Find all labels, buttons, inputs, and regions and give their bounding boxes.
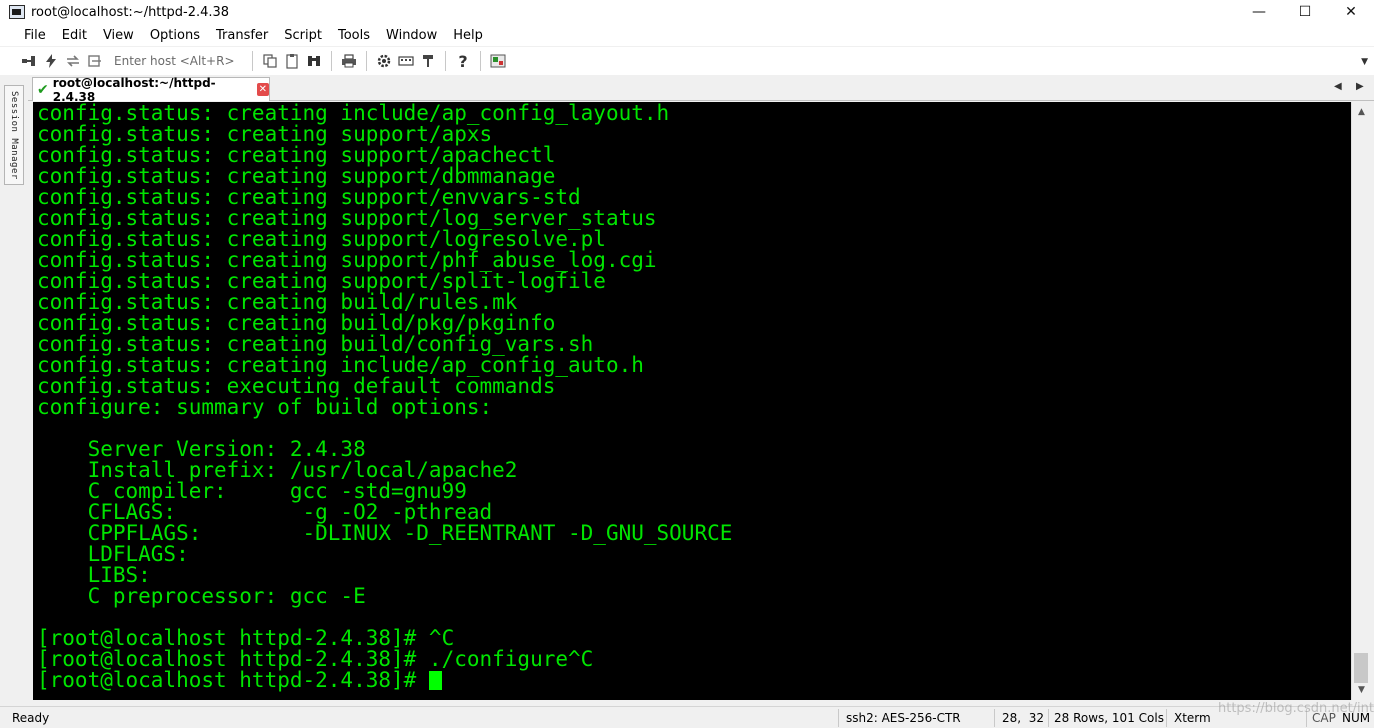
minimize-button[interactable]: — bbox=[1236, 0, 1282, 24]
menu-tools[interactable]: Tools bbox=[330, 28, 378, 43]
paste-icon[interactable] bbox=[281, 50, 303, 72]
script-icon[interactable] bbox=[487, 50, 509, 72]
terminal-output: config.status: creating include/ap_confi… bbox=[33, 102, 1351, 691]
settings-icon[interactable] bbox=[373, 50, 395, 72]
window-controls: — ☐ ✕ bbox=[1236, 0, 1374, 24]
status-divider bbox=[1166, 709, 1167, 727]
toolbar-chevron-down-icon[interactable]: ▼ bbox=[1361, 57, 1368, 67]
status-terminal-size: 28 Rows, 101 Cols bbox=[1054, 711, 1164, 725]
scroll-up-icon[interactable]: ▲ bbox=[1352, 104, 1371, 121]
title-bar: root@localhost:~/httpd-2.4.38 — ☐ ✕ bbox=[0, 0, 1374, 24]
toolbar-separator bbox=[480, 51, 481, 71]
menu-help[interactable]: Help bbox=[445, 28, 491, 43]
terminal-cursor bbox=[428, 671, 442, 690]
watermark: https://blog.csdn.net/intern_lin0 bbox=[1218, 701, 1374, 716]
menu-script[interactable]: Script bbox=[276, 28, 330, 43]
keymap-icon[interactable] bbox=[395, 50, 417, 72]
scrollbar-thumb[interactable] bbox=[1354, 653, 1368, 683]
close-button[interactable]: ✕ bbox=[1328, 0, 1374, 24]
sftp-icon[interactable] bbox=[417, 50, 439, 72]
tab-prev-icon[interactable]: ◀ bbox=[1334, 81, 1342, 92]
menu-bar: File Edit View Options Transfer Script T… bbox=[0, 24, 1374, 46]
connected-check-icon: ✔ bbox=[37, 81, 49, 98]
tab-close-icon[interactable]: ✕ bbox=[256, 83, 269, 96]
session-tab-strip: ✔ root@localhost:~/httpd-2.4.38 ✕ ◀ ▶ bbox=[28, 75, 1374, 104]
status-bar: Ready ssh2: AES-256-CTR 28, 32 28 Rows, … bbox=[0, 706, 1374, 728]
terminal-screen[interactable]: config.status: creating include/ap_confi… bbox=[33, 102, 1351, 700]
menu-transfer[interactable]: Transfer bbox=[208, 28, 276, 43]
terminal-scrollbar[interactable]: ▲ ▼ bbox=[1351, 102, 1370, 700]
session-tab-label: root@localhost:~/httpd-2.4.38 bbox=[52, 75, 216, 104]
disconnect-icon[interactable] bbox=[84, 50, 106, 72]
scroll-down-icon[interactable]: ▼ bbox=[1352, 682, 1371, 699]
enter-host-input[interactable] bbox=[106, 51, 246, 71]
menu-window[interactable]: Window bbox=[378, 28, 445, 43]
toolbar-separator bbox=[366, 51, 367, 71]
toolbar: ? ▼ bbox=[0, 47, 1374, 75]
print-icon[interactable] bbox=[338, 50, 360, 72]
status-terminal-type: Xterm bbox=[1174, 711, 1211, 725]
menu-file[interactable]: File bbox=[16, 28, 54, 43]
status-divider bbox=[1048, 709, 1049, 727]
quick-connect-icon[interactable] bbox=[40, 50, 62, 72]
session-manager-panel: Session Manager bbox=[0, 75, 28, 728]
terminal-line: C preprocessor: gcc -E bbox=[37, 584, 366, 608]
menu-edit[interactable]: Edit bbox=[54, 28, 95, 43]
session-manager-label: Session Manager bbox=[9, 90, 19, 180]
menu-options[interactable]: Options bbox=[142, 28, 208, 43]
copy-icon[interactable] bbox=[259, 50, 281, 72]
reconnect-icon[interactable] bbox=[62, 50, 84, 72]
window-title: root@localhost:~/httpd-2.4.38 bbox=[31, 4, 230, 20]
session-tab[interactable]: ✔ root@localhost:~/httpd-2.4.38 ✕ bbox=[32, 75, 270, 104]
toolbar-separator bbox=[331, 51, 332, 71]
session-manager-tab[interactable]: Session Manager bbox=[4, 85, 24, 185]
help-icon[interactable]: ? bbox=[452, 50, 474, 72]
status-cipher: ssh2: AES-256-CTR bbox=[846, 711, 961, 725]
status-ready: Ready bbox=[12, 711, 50, 725]
status-divider bbox=[994, 709, 995, 727]
status-divider bbox=[838, 709, 839, 727]
status-cursor-position: 28, 32 bbox=[1002, 711, 1044, 725]
toolbar-separator bbox=[445, 51, 446, 71]
terminal-line: configure: summary of build options: bbox=[37, 395, 493, 419]
maximize-button[interactable]: ☐ bbox=[1282, 0, 1328, 24]
connect-icon[interactable] bbox=[18, 50, 40, 72]
toolbar-separator bbox=[252, 51, 253, 71]
tab-next-icon[interactable]: ▶ bbox=[1356, 81, 1364, 92]
menu-view[interactable]: View bbox=[95, 28, 142, 43]
app-icon bbox=[9, 5, 25, 19]
terminal-prompt: [root@localhost httpd-2.4.38]# bbox=[37, 668, 429, 692]
find-icon[interactable] bbox=[303, 50, 325, 72]
